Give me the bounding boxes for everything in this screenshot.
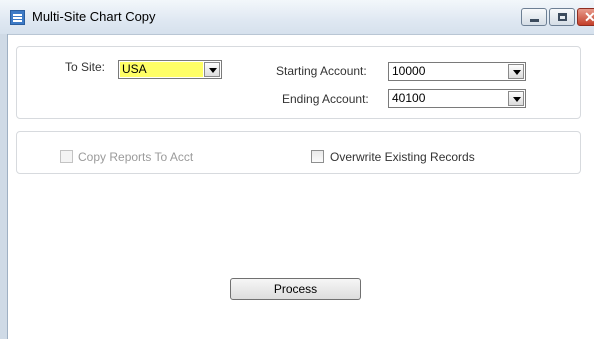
ending-account-label: Ending Account: (282, 92, 369, 106)
window-title: Multi-Site Chart Copy (32, 9, 156, 24)
starting-account-label: Starting Account: (276, 64, 367, 78)
close-icon: ✕ (584, 9, 594, 25)
to-site-value: USA (122, 62, 147, 76)
starting-account-value: 10000 (392, 64, 426, 78)
copy-reports-checkbox[interactable] (60, 150, 73, 163)
to-site-dropdown[interactable]: USA (118, 60, 222, 79)
close-button[interactable]: ✕ (577, 8, 594, 26)
account-range-group: To Site: USA Starting Account: 10000 End… (16, 46, 581, 119)
overwrite-existing-checkbox[interactable] (311, 150, 324, 163)
chevron-down-icon[interactable] (204, 62, 220, 77)
title-bar[interactable]: Multi-Site Chart Copy ✕ (0, 0, 594, 35)
starting-account-dropdown[interactable]: 10000 (388, 62, 526, 81)
window-left-border (0, 34, 8, 339)
maximize-button[interactable] (549, 8, 575, 26)
app-icon (10, 10, 25, 25)
chevron-down-icon[interactable] (508, 64, 524, 79)
copy-reports-label: Copy Reports To Acct (78, 150, 194, 164)
minimize-icon (530, 19, 539, 22)
to-site-label: To Site: (65, 60, 106, 74)
ending-account-dropdown[interactable]: 40100 (388, 89, 526, 108)
ending-account-value: 40100 (392, 91, 426, 105)
options-group: Copy Reports To Acct Overwrite Existing … (16, 131, 581, 174)
maximize-icon (558, 13, 567, 21)
overwrite-existing-label: Overwrite Existing Records (330, 150, 475, 164)
process-button[interactable]: Process (230, 278, 361, 300)
chevron-down-icon[interactable] (508, 91, 524, 106)
multi-site-chart-copy-window: Multi-Site Chart Copy ✕ To Site: USA Sta… (0, 0, 594, 339)
minimize-button[interactable] (521, 8, 547, 26)
